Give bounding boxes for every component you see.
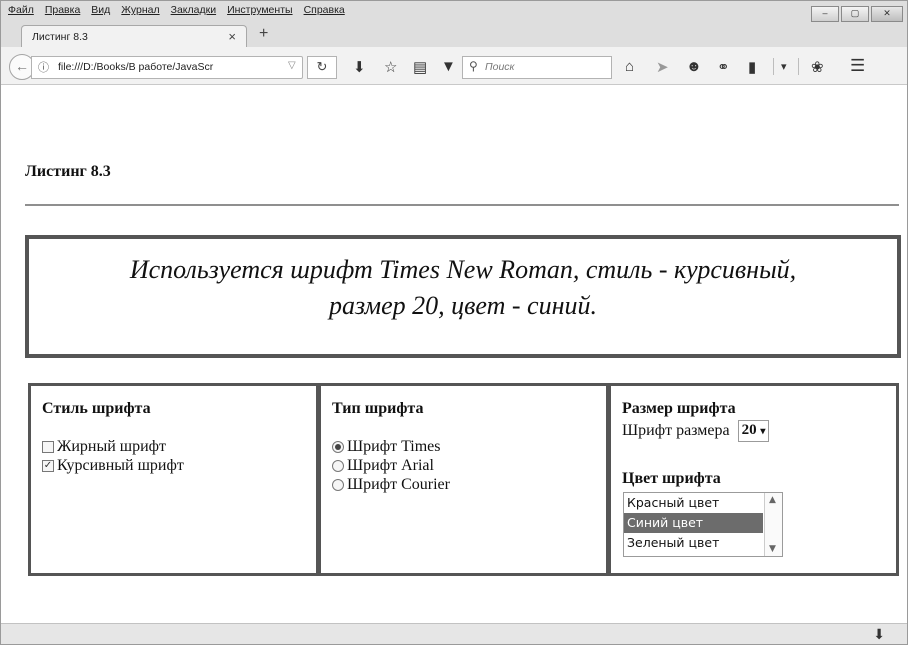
- menu-icon[interactable]: ☰: [850, 56, 865, 76]
- color-listbox[interactable]: Красный цвет Синий цвет Зеленый цвет ▲ ▼: [623, 492, 783, 557]
- reload-icon[interactable]: ↻: [307, 56, 337, 79]
- tab-active[interactable]: Листинг 8.3 ×: [21, 25, 247, 48]
- url-bar[interactable]: ⓘ file:///D:/Books/В работе/JavaScr ▽: [31, 56, 303, 79]
- menu-items: Файл Правка Вид Журнал Закладки Инструме…: [8, 4, 345, 16]
- browser-window: Файл Правка Вид Журнал Закладки Инструме…: [0, 0, 908, 645]
- page-title: Листинг 8.3: [25, 163, 111, 180]
- dropdown-icon[interactable]: ▾: [781, 60, 787, 73]
- new-tab-button[interactable]: +: [259, 25, 268, 43]
- times-radio[interactable]: [332, 441, 344, 453]
- sample-text-line-1: Используется шрифт Times New Roman, стил…: [129, 255, 797, 284]
- reading-list-icon[interactable]: ▤: [413, 58, 427, 76]
- courier-label: Шрифт Courier: [347, 476, 450, 493]
- home-icon[interactable]: ⌂: [625, 58, 634, 75]
- arial-option[interactable]: Шрифт Arial: [332, 457, 434, 475]
- page-content: Листинг 8.3 Используется шрифт Times New…: [1, 85, 907, 623]
- close-window-button[interactable]: ✕: [871, 6, 903, 22]
- font-style-title: Стиль шрифта: [42, 400, 151, 417]
- menu-history[interactable]: Журнал: [121, 4, 159, 16]
- menu-bookmarks[interactable]: Закладки: [171, 4, 216, 16]
- download-status-icon[interactable]: ⬇: [873, 626, 885, 643]
- url-text[interactable]: file:///D:/Books/В работе/JavaScr: [58, 61, 213, 73]
- status-bar: ⬇: [1, 623, 907, 644]
- navigation-bar: ← ⓘ file:///D:/Books/В работе/JavaScr ▽ …: [1, 47, 907, 85]
- menu-file[interactable]: Файл: [8, 4, 34, 16]
- horizontal-rule: [25, 204, 899, 206]
- maximize-button[interactable]: ▢: [841, 6, 869, 22]
- chevron-down-icon: ▾: [760, 426, 766, 437]
- size-label: Шрифт размера: [622, 422, 730, 439]
- search-input[interactable]: ⚲ Поиск: [462, 56, 612, 79]
- font-color-title: Цвет шрифта: [622, 470, 721, 487]
- color-option-red[interactable]: Красный цвет: [624, 493, 763, 513]
- font-size-color-panel: Размер шрифта Шрифт размера 20 ▾ Цвет шр…: [608, 383, 899, 576]
- color-option-blue[interactable]: Синий цвет: [624, 513, 763, 533]
- arial-label: Шрифт Arial: [347, 457, 434, 474]
- menu-view[interactable]: Вид: [91, 4, 110, 16]
- font-type-title: Тип шрифта: [332, 400, 424, 417]
- chat-icon[interactable]: ☻: [686, 58, 702, 75]
- font-type-panel: Тип шрифта Шрифт Times Шрифт Arial Шрифт…: [318, 383, 609, 576]
- download-icon[interactable]: ⬇: [353, 58, 366, 76]
- menu-tools[interactable]: Инструменты: [227, 4, 292, 16]
- scroll-down-icon[interactable]: ▼: [769, 544, 776, 554]
- bold-checkbox[interactable]: [42, 441, 54, 453]
- url-dropdown-icon[interactable]: ▽: [288, 60, 296, 71]
- times-option[interactable]: Шрифт Times: [332, 438, 441, 456]
- italic-label: Курсивный шрифт: [57, 457, 184, 474]
- search-icon: ⚲: [469, 59, 478, 73]
- menu-bar: Файл Правка Вид Журнал Закладки Инструме…: [1, 1, 907, 23]
- pocket-icon[interactable]: ▼: [441, 58, 456, 75]
- toolbar-separator: [773, 58, 774, 75]
- size-value: 20: [741, 422, 757, 438]
- extension-icon[interactable]: ⚭: [717, 58, 730, 76]
- tab-title: Листинг 8.3: [32, 31, 88, 43]
- courier-option[interactable]: Шрифт Courier: [332, 476, 450, 494]
- bookmark-star-icon[interactable]: ☆: [384, 58, 397, 76]
- courier-radio[interactable]: [332, 479, 344, 491]
- window-controls: – ▢ ✕: [811, 6, 903, 22]
- times-label: Шрифт Times: [347, 438, 441, 455]
- bold-label: Жирный шрифт: [57, 438, 167, 455]
- menu-edit[interactable]: Правка: [45, 4, 80, 16]
- search-placeholder: Поиск: [485, 61, 515, 73]
- sample-text-line-2: размер 20, цвет - синий.: [329, 291, 597, 320]
- menu-help[interactable]: Справка: [304, 4, 345, 16]
- color-option-green[interactable]: Зеленый цвет: [624, 533, 763, 553]
- send-icon[interactable]: ➤: [656, 58, 669, 76]
- tab-strip: Листинг 8.3 × +: [1, 23, 907, 48]
- arial-radio[interactable]: [332, 460, 344, 472]
- size-select[interactable]: 20 ▾: [737, 420, 770, 442]
- font-style-panel: Стиль шрифта Жирный шрифт ✓ Курсивный шр…: [28, 383, 319, 576]
- scroll-up-icon[interactable]: ▲: [769, 495, 776, 505]
- sample-text-box: Используется шрифт Times New Roman, стил…: [25, 235, 901, 358]
- size-row: Шрифт размера 20 ▾: [622, 420, 770, 442]
- italic-option[interactable]: ✓ Курсивный шрифт: [42, 457, 184, 475]
- minimize-button[interactable]: –: [811, 6, 839, 22]
- bold-option[interactable]: Жирный шрифт: [42, 438, 166, 456]
- italic-checkbox[interactable]: ✓: [42, 460, 54, 472]
- tab-close-icon[interactable]: ×: [228, 29, 236, 44]
- info-icon[interactable]: ⓘ: [38, 59, 49, 75]
- toolbar-separator: [798, 58, 799, 75]
- addon-icon[interactable]: ❀: [811, 58, 824, 76]
- listbox-scrollbar[interactable]: ▲ ▼: [764, 493, 782, 556]
- font-size-title: Размер шрифта: [622, 400, 736, 417]
- sidebar-icon[interactable]: ▮: [748, 58, 756, 76]
